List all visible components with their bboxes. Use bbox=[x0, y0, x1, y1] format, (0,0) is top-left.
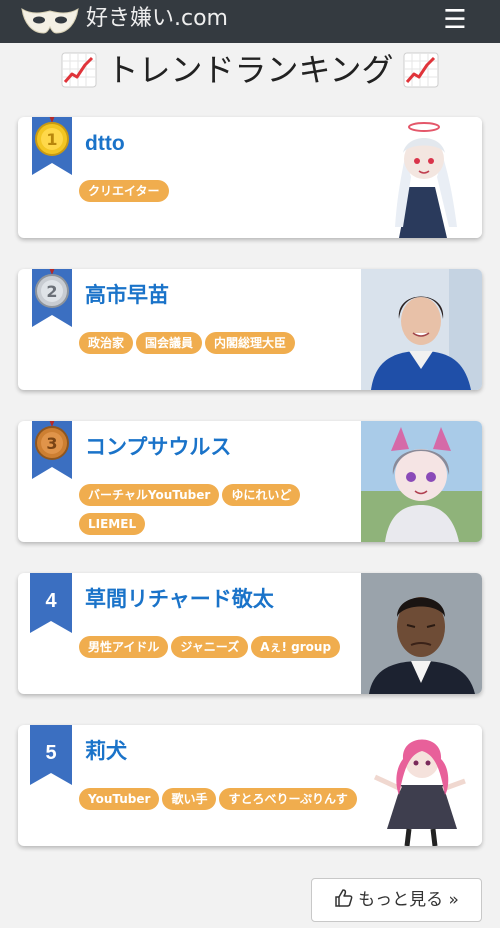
page-title: トレンドランキング bbox=[0, 48, 500, 94]
gold-medal-icon: 1 bbox=[32, 117, 72, 175]
category-tag[interactable]: ジャニーズ bbox=[171, 636, 249, 658]
person-photo[interactable] bbox=[361, 573, 482, 694]
ranking-card[interactable]: 4 草間リチャード敬太 男性アイドル ジャニーズ Aぇ! group bbox=[18, 573, 482, 694]
bronze-medal-icon: 3 bbox=[32, 421, 72, 479]
ranking-card[interactable]: 3 コンプサウルス バーチャルYouTuber ゆにれいど LIEMEL bbox=[18, 421, 482, 542]
category-tag[interactable]: 歌い手 bbox=[162, 788, 217, 810]
mask-logo-icon[interactable] bbox=[20, 5, 80, 37]
ranking-card[interactable]: 2 高市早苗 政治家 国会議員 内閣総理大臣 bbox=[18, 269, 482, 390]
svg-text:4: 4 bbox=[45, 590, 57, 612]
svg-text:3: 3 bbox=[46, 434, 57, 453]
tag-list: 政治家 国会議員 内閣総理大臣 bbox=[79, 332, 369, 361]
person-name-link[interactable]: dtto bbox=[85, 129, 125, 159]
category-tag[interactable]: ゆにれいど bbox=[222, 484, 301, 506]
svg-text:2: 2 bbox=[46, 282, 57, 301]
see-more-button[interactable]: もっと見る » bbox=[311, 878, 482, 922]
person-name-link[interactable]: 草間リチャード敬太 bbox=[85, 585, 274, 615]
ranking-card[interactable]: 1 dtto クリエイター bbox=[18, 117, 482, 238]
tag-list: クリエイター bbox=[79, 180, 369, 209]
tag-list: 男性アイドル ジャニーズ Aぇ! group bbox=[79, 636, 369, 665]
category-tag[interactable]: 政治家 bbox=[79, 332, 134, 354]
trending-chart-icon bbox=[403, 52, 439, 88]
person-name-link[interactable]: 高市早苗 bbox=[85, 281, 169, 311]
see-more-label: もっと見る » bbox=[358, 890, 459, 910]
rank-ribbon-icon: 4 bbox=[30, 573, 72, 633]
hamburger-menu-icon[interactable]: ☰ bbox=[441, 6, 469, 34]
person-name-link[interactable]: 莉犬 bbox=[85, 737, 127, 767]
trending-chart-icon bbox=[61, 52, 97, 88]
vtuber-character-image[interactable] bbox=[361, 421, 482, 542]
tag-list: バーチャルYouTuber ゆにれいど LIEMEL bbox=[79, 484, 369, 542]
category-tag[interactable]: Aぇ! group bbox=[251, 636, 341, 658]
category-tag[interactable]: 国会議員 bbox=[136, 332, 203, 354]
thumbs-up-icon bbox=[335, 889, 353, 907]
rank-ribbon-icon: 5 bbox=[30, 725, 72, 785]
person-name-link[interactable]: コンプサウルス bbox=[85, 433, 231, 463]
category-tag[interactable]: 男性アイドル bbox=[79, 636, 169, 658]
silver-medal-icon: 2 bbox=[32, 269, 72, 327]
anime-character-image[interactable] bbox=[361, 725, 482, 846]
ranking-card[interactable]: 5 莉犬 YouTuber 歌い手 すとろべりーぷりんす bbox=[18, 725, 482, 846]
category-tag[interactable]: LIEMEL bbox=[79, 513, 146, 535]
category-tag[interactable]: 内閣総理大臣 bbox=[205, 332, 296, 354]
page-title-text: トレンドランキング bbox=[106, 51, 394, 89]
site-logo-text[interactable]: 好き嫌い.com bbox=[86, 5, 228, 33]
navbar: 好き嫌い.com ☰ bbox=[0, 0, 500, 43]
person-photo[interactable] bbox=[361, 269, 482, 390]
anime-character-image[interactable] bbox=[361, 117, 482, 238]
svg-text:1: 1 bbox=[46, 130, 57, 149]
svg-text:5: 5 bbox=[45, 742, 56, 764]
tag-list: YouTuber 歌い手 すとろべりーぷりんす bbox=[79, 788, 369, 817]
category-tag[interactable]: バーチャルYouTuber bbox=[79, 484, 220, 506]
category-tag[interactable]: YouTuber bbox=[79, 788, 160, 810]
category-tag[interactable]: すとろべりーぷりんす bbox=[219, 788, 357, 810]
category-tag[interactable]: クリエイター bbox=[79, 180, 169, 202]
